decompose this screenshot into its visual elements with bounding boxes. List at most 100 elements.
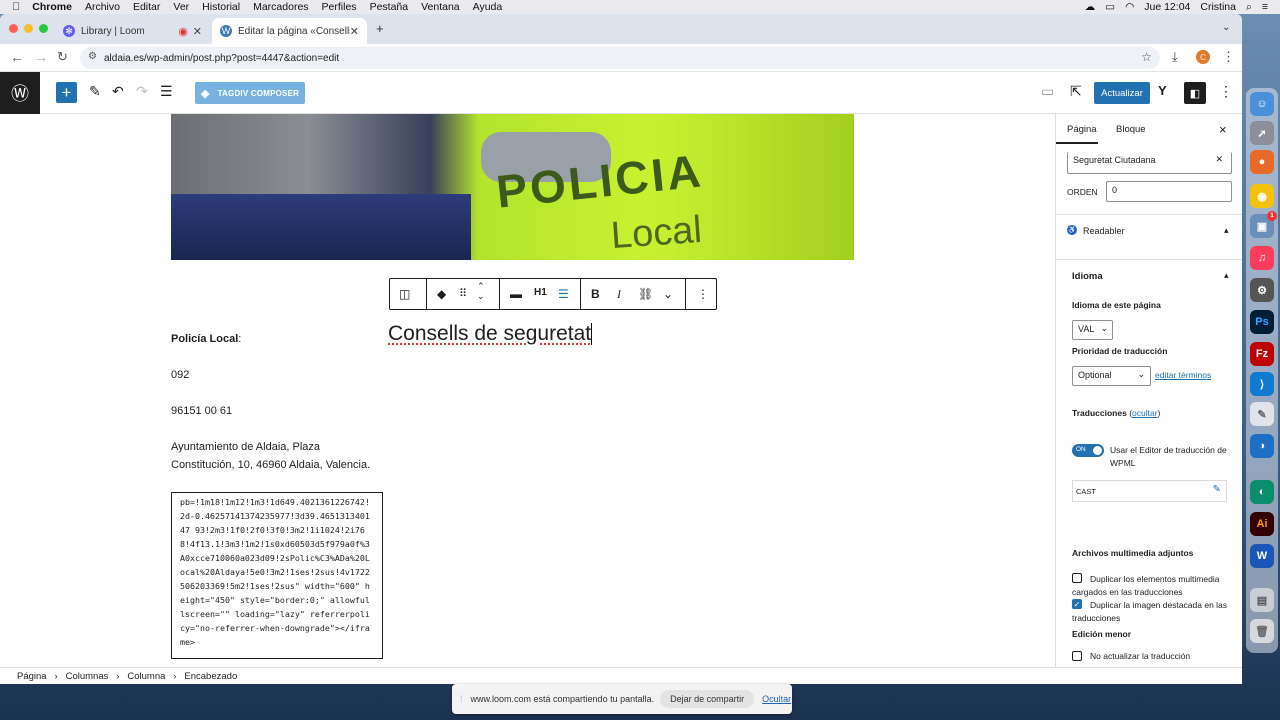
edit-translation-icon[interactable]: ✎ [1213, 484, 1221, 495]
police-label-paragraph[interactable]: Policía Local: [171, 330, 241, 348]
chevron-up-icon[interactable]: ▴ [1224, 225, 1229, 236]
drag-handle-icon[interactable]: ⠿ [459, 287, 467, 300]
preview-device-icon[interactable]: ▭ [1041, 83, 1054, 100]
chevron-up-icon[interactable]: ▴ [1224, 270, 1229, 281]
downloads-stack-icon[interactable]: ▤ [1250, 588, 1274, 612]
back-icon[interactable]: ← [10, 49, 24, 65]
chrome-icon[interactable]: ◉ [1250, 184, 1274, 208]
readabler-title[interactable]: Readabler [1083, 226, 1125, 236]
bold-button[interactable]: B [591, 287, 600, 301]
link-icon[interactable]: ⛓ [638, 287, 653, 301]
italic-button[interactable]: I [617, 287, 621, 302]
drag-handle-icon[interactable]: ⁞ [460, 694, 463, 704]
phone-paragraph[interactable]: 96151 00 61 [171, 402, 232, 420]
filezilla-icon[interactable]: Fz [1250, 342, 1274, 366]
category-token-field[interactable]: Seguretat Ciutadana ✕ [1067, 152, 1232, 174]
align-icon[interactable]: ▬ [510, 287, 522, 301]
menu-pestana[interactable]: Pestaña [370, 1, 409, 13]
menu-ventana[interactable]: Ventana [421, 1, 460, 13]
close-tab-icon[interactable]: ✕ [193, 25, 202, 38]
update-button[interactable]: Actualizar [1094, 82, 1150, 104]
close-window-icon[interactable] [9, 24, 18, 33]
breadcrumb-columns[interactable]: Columnas [66, 671, 109, 682]
system-settings-icon[interactable]: ⚙ [1250, 278, 1274, 302]
address-paragraph[interactable]: Ayuntamiento de Aldaia, Plaza Constituci… [171, 438, 401, 474]
word-icon[interactable]: W [1250, 544, 1274, 568]
wifi-icon[interactable]: ◠ [1125, 1, 1134, 13]
tab-loom[interactable]: ✻ Library | Loom ◉ ✕ [55, 18, 210, 44]
breadcrumb-column[interactable]: Columna [127, 671, 165, 682]
close-tab-icon[interactable]: ✕ [350, 25, 359, 38]
new-tab-button[interactable]: + [376, 21, 384, 36]
hide-banner-button[interactable]: Ocultar [762, 694, 791, 704]
profile-avatar[interactable]: C [1196, 50, 1210, 64]
more-rich-text-icon[interactable]: ⌄ [663, 287, 673, 301]
reload-icon[interactable]: ↻ [57, 49, 68, 65]
redo-icon[interactable]: ↷ [136, 83, 148, 100]
move-up-down-icon[interactable]: ⌃ ⌄ [477, 281, 485, 301]
firefox-icon[interactable]: ● [1250, 150, 1274, 174]
menu-chrome[interactable]: Chrome [32, 1, 72, 13]
vscode-icon[interactable]: ⟩ [1250, 372, 1274, 396]
idioma-title[interactable]: Idioma [1072, 271, 1103, 282]
menu-ayuda[interactable]: Ayuda [473, 1, 503, 13]
control-center-icon[interactable]: ≡ [1262, 1, 1268, 13]
edge-icon[interactable]: ◐ [1250, 480, 1274, 504]
hero-image-police[interactable]: POLICIA Local [171, 114, 854, 260]
hide-translations-link[interactable]: ocultar [1132, 408, 1158, 418]
heading-block[interactable]: Consells de seguretat [388, 322, 593, 346]
wordpress-logo-icon[interactable]: Ⓦ [0, 72, 40, 114]
tab-wp-editor[interactable]: W Editar la página «Consells de ✕ [212, 18, 367, 44]
menu-ver[interactable]: Ver [173, 1, 189, 13]
finder-icon[interactable]: ☺ [1250, 92, 1274, 116]
zoom-window-icon[interactable] [39, 24, 48, 33]
view-post-icon[interactable]: ⇱ [1070, 83, 1082, 100]
wpml-editor-toggle[interactable]: ON [1072, 444, 1104, 457]
music-icon[interactable]: ♫ [1250, 246, 1274, 270]
cast-translation-row[interactable]: CAST ✎ [1072, 480, 1227, 502]
preview-icon[interactable]: ▣ 1 [1250, 211, 1277, 238]
forward-icon[interactable]: → [34, 49, 48, 65]
url-field[interactable]: ⚙ aldaia.es/wp-admin/post.php?post=4447&… [80, 47, 1160, 69]
phone-paragraph[interactable]: 092 [171, 366, 189, 384]
minimize-window-icon[interactable] [24, 24, 33, 33]
options-menu-icon[interactable]: ⋮ [1219, 83, 1233, 100]
columns-parent-icon[interactable]: ◫ [399, 287, 410, 301]
order-input[interactable]: 0 [1106, 181, 1232, 202]
text-align-icon[interactable]: ☰ [558, 287, 569, 301]
battery-icon[interactable]: ▭ [1105, 1, 1115, 13]
download-icon[interactable]: ⤓ [1172, 49, 1178, 65]
menu-marcadores[interactable]: Marcadores [253, 1, 308, 13]
bookmark-icon[interactable]: ◆ [437, 287, 446, 301]
clock[interactable]: Jue 12:04 [1144, 1, 1190, 13]
tagdiv-composer-button[interactable]: ◈ TAGDIV COMPOSER [195, 82, 305, 104]
document-overview-icon[interactable]: ☰ [160, 83, 173, 100]
tab-page[interactable]: Página [1067, 124, 1097, 135]
yoast-icon[interactable]: Y [1158, 83, 1167, 98]
apple-icon[interactable]:  [12, 1, 20, 13]
edit-pencil-icon[interactable]: ✎ [89, 83, 101, 100]
custom-html-block[interactable]: pb=!1m18!1m12!1m3!1d649.4021361226742!2d… [171, 492, 383, 659]
add-block-button[interactable]: + [56, 82, 77, 103]
menu-historial[interactable]: Historial [202, 1, 240, 13]
user-name[interactable]: Cristina [1200, 1, 1236, 13]
page-language-select[interactable]: VAL ⌄ [1072, 320, 1113, 340]
no-update-checkbox[interactable] [1072, 651, 1082, 661]
settings-panel-icon[interactable]: ◧ [1184, 82, 1206, 104]
photoshop-icon[interactable]: Ps [1250, 310, 1274, 334]
menu-perfiles[interactable]: Perfiles [322, 1, 357, 13]
menu-archivo[interactable]: Archivo [85, 1, 120, 13]
illustrator-icon[interactable]: Ai [1250, 512, 1274, 536]
textedit-icon[interactable]: ✎ [1250, 402, 1274, 426]
heading-level-button[interactable]: H1 [534, 287, 547, 298]
cyberduck-icon[interactable]: ◑ [1250, 434, 1274, 458]
remove-token-icon[interactable]: ✕ [1215, 154, 1223, 165]
stop-sharing-button[interactable]: Dejar de compartir [660, 690, 755, 708]
close-sidebar-button[interactable]: × [1219, 122, 1227, 137]
block-options-icon[interactable]: ⋮ [697, 287, 709, 301]
priority-select[interactable]: Optional ⌄ [1072, 366, 1151, 386]
tab-search-icon[interactable]: ⌄ [1222, 22, 1230, 33]
tab-block[interactable]: Bloque [1116, 124, 1146, 135]
bookmark-star-icon[interactable]: ☆ [1141, 50, 1152, 64]
menu-editar[interactable]: Editar [133, 1, 160, 13]
